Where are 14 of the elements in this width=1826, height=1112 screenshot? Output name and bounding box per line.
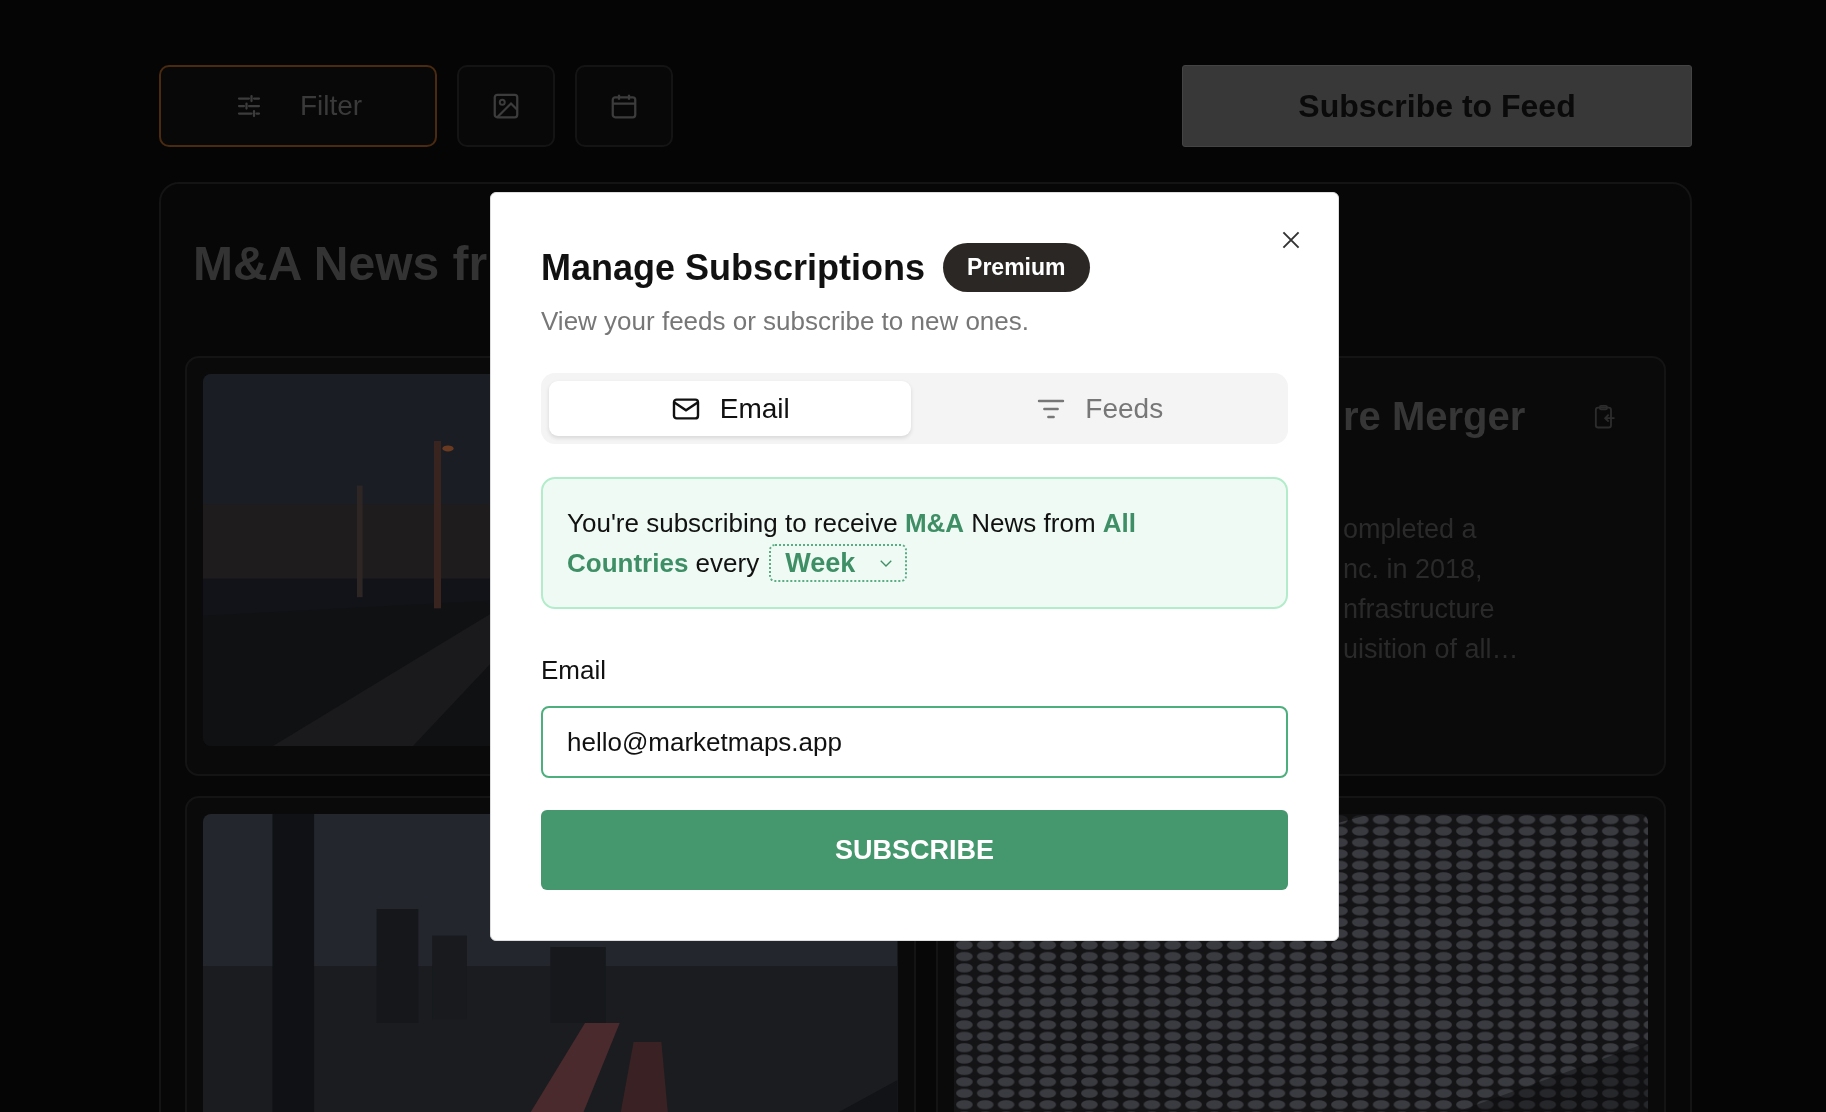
image-button[interactable] xyxy=(457,65,555,147)
image-icon xyxy=(491,91,521,121)
email-field[interactable]: hello@marketmaps.app xyxy=(541,706,1288,778)
subscribe-button[interactable]: SUBSCRIBE xyxy=(541,810,1288,890)
frequency-dropdown[interactable]: Week xyxy=(769,544,908,582)
notice-text: You're subscribing to receive M&A News from All xyxy=(567,507,1136,540)
calendar-button[interactable] xyxy=(575,65,673,147)
premium-badge: Premium xyxy=(943,243,1090,292)
notice-text: Countries every xyxy=(567,547,760,580)
tab[interactable]: Feeds xyxy=(918,381,1280,436)
dialog-title: Manage Subscriptions xyxy=(541,246,926,289)
tab[interactable]: Email xyxy=(549,381,911,436)
dialog-subtitle: View your feeds or subscribe to new ones. xyxy=(541,306,1030,337)
email-label: Email xyxy=(541,655,607,686)
